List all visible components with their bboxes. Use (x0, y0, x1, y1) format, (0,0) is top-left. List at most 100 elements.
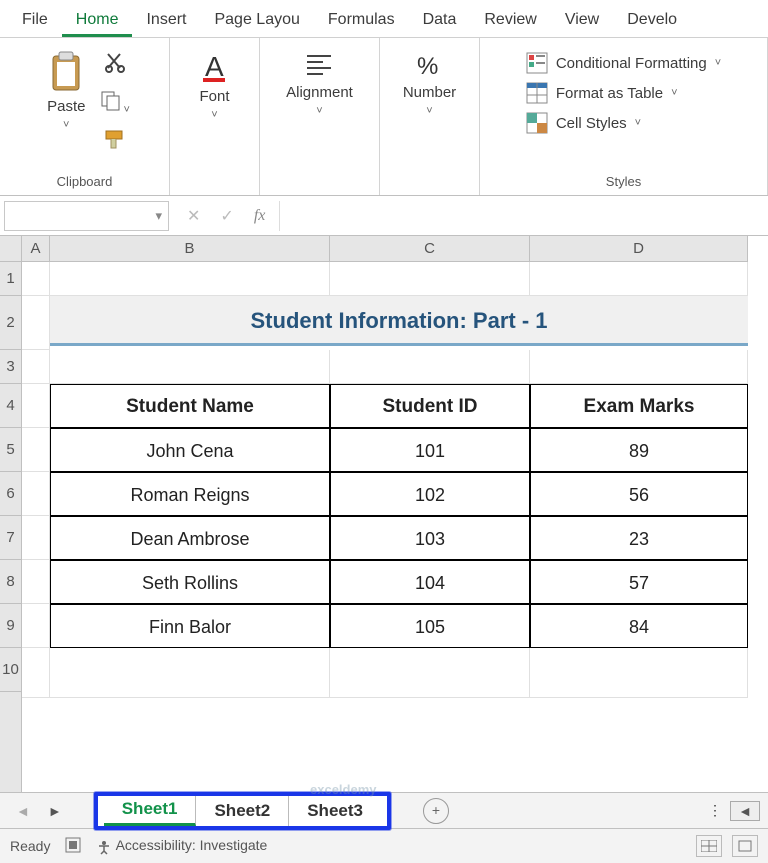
row-header[interactable]: 4 (0, 384, 21, 428)
cell[interactable] (330, 648, 530, 698)
table-cell[interactable]: 57 (530, 560, 748, 604)
table-cell[interactable]: 56 (530, 472, 748, 516)
alignment-button[interactable]: Alignment ˅ (278, 46, 361, 121)
cancel-formula-button[interactable]: ✕ (187, 206, 200, 226)
table-header[interactable]: Exam Marks (530, 384, 748, 428)
tab-review[interactable]: Review (470, 5, 550, 37)
title-banner[interactable]: Student Information: Part - 1 (50, 296, 748, 346)
worksheet-area: A B C D 1 2 3 4 5 6 7 8 9 10 Student Inf… (0, 236, 768, 792)
tab-home[interactable]: Home (62, 5, 133, 37)
table-cell[interactable]: Seth Rollins (50, 560, 330, 604)
ribbon: Paste ˅ ˅ Clipboard A Font ˅ Alignment ˅ (0, 38, 768, 196)
cell[interactable] (530, 350, 748, 384)
hscroll-left-button[interactable]: ◄ (730, 801, 760, 821)
tab-data[interactable]: Data (409, 5, 471, 37)
row-header[interactable]: 9 (0, 604, 21, 648)
table-cell[interactable]: Roman Reigns (50, 472, 330, 516)
number-button[interactable]: % Number ˅ (395, 46, 464, 121)
accessibility-icon (96, 839, 112, 855)
select-all-corner[interactable] (0, 236, 22, 262)
row-header[interactable]: 7 (0, 516, 21, 560)
svg-text:%: % (417, 53, 438, 80)
sheet-tab-2[interactable]: Sheet2 (196, 796, 289, 826)
insert-function-button[interactable]: fx (254, 207, 266, 225)
cell[interactable] (50, 262, 330, 296)
cell[interactable] (50, 350, 330, 384)
tab-nav-prev[interactable]: ◄ (8, 803, 38, 819)
table-cell[interactable]: 102 (330, 472, 530, 516)
cut-button[interactable] (103, 50, 127, 77)
row-header[interactable]: 2 (0, 296, 21, 350)
cell[interactable] (22, 648, 50, 698)
table-cell[interactable]: 104 (330, 560, 530, 604)
cell[interactable] (22, 560, 50, 604)
table-cell[interactable]: Dean Ambrose (50, 516, 330, 560)
row-header[interactable]: 8 (0, 560, 21, 604)
table-header[interactable]: Student Name (50, 384, 330, 428)
row-header[interactable]: 10 (0, 648, 21, 692)
alignment-label: Alignment (286, 84, 353, 101)
tab-menu-dots[interactable]: ⋮ (708, 802, 722, 819)
row-header[interactable]: 1 (0, 262, 21, 296)
accessibility-button[interactable]: Accessibility: Investigate (96, 837, 267, 854)
cell[interactable] (22, 516, 50, 560)
row-header[interactable]: 5 (0, 428, 21, 472)
group-styles-label: Styles (606, 174, 641, 189)
tab-developer[interactable]: Develo (613, 5, 691, 37)
tab-nav-next[interactable]: ► (40, 803, 70, 819)
table-cell[interactable]: 84 (530, 604, 748, 648)
conditional-formatting-button[interactable]: Conditional Formatting ˅ (526, 52, 721, 74)
chevron-down-icon: ˅ (211, 109, 217, 121)
table-cell[interactable]: 105 (330, 604, 530, 648)
tab-view[interactable]: View (551, 5, 613, 37)
cell[interactable] (22, 472, 50, 516)
view-normal-button[interactable] (696, 835, 722, 857)
format-as-table-button[interactable]: Format as Table ˅ (526, 82, 678, 104)
row-header[interactable]: 3 (0, 350, 21, 384)
cell[interactable] (22, 350, 50, 384)
cell[interactable] (330, 262, 530, 296)
cell[interactable] (22, 428, 50, 472)
copy-icon (99, 89, 123, 113)
column-header-d[interactable]: D (530, 236, 748, 261)
new-sheet-button[interactable]: + (423, 798, 449, 824)
table-cell[interactable]: 101 (330, 428, 530, 472)
table-cell[interactable]: John Cena (50, 428, 330, 472)
cell[interactable] (530, 648, 748, 698)
table-cell[interactable]: 23 (530, 516, 748, 560)
macro-icon (64, 836, 82, 854)
format-painter-button[interactable] (102, 128, 128, 155)
cell[interactable] (22, 296, 50, 350)
tab-formulas[interactable]: Formulas (314, 5, 409, 37)
number-label: Number (403, 84, 456, 101)
sheet-tab-1[interactable]: Sheet1 (104, 796, 197, 826)
name-box[interactable]: ▾ (4, 201, 169, 231)
table-header[interactable]: Student ID (330, 384, 530, 428)
group-clipboard-label: Clipboard (57, 174, 113, 189)
table-cell[interactable]: 103 (330, 516, 530, 560)
view-page-layout-button[interactable] (732, 835, 758, 857)
enter-formula-button[interactable]: ✓ (220, 206, 233, 226)
font-button[interactable]: A Font ˅ (191, 46, 239, 125)
cell[interactable] (22, 604, 50, 648)
tab-file[interactable]: File (8, 5, 62, 37)
cell[interactable] (22, 262, 50, 296)
copy-button[interactable]: ˅ (99, 89, 129, 116)
table-cell[interactable]: 89 (530, 428, 748, 472)
sheet-tab-3[interactable]: Sheet3 (289, 796, 381, 826)
status-ready: Ready (10, 838, 50, 854)
cell[interactable] (530, 262, 748, 296)
cell-styles-button[interactable]: Cell Styles ˅ (526, 112, 641, 134)
paste-button[interactable]: Paste ˅ (39, 46, 93, 135)
column-header-a[interactable]: A (22, 236, 50, 261)
tab-insert[interactable]: Insert (132, 5, 200, 37)
tab-page-layout[interactable]: Page Layou (200, 5, 313, 37)
column-header-c[interactable]: C (330, 236, 530, 261)
cell[interactable] (22, 384, 50, 428)
row-header[interactable]: 6 (0, 472, 21, 516)
table-cell[interactable]: Finn Balor (50, 604, 330, 648)
cell[interactable] (330, 350, 530, 384)
cell[interactable] (50, 648, 330, 698)
column-header-b[interactable]: B (50, 236, 330, 261)
formula-input[interactable] (279, 201, 768, 231)
